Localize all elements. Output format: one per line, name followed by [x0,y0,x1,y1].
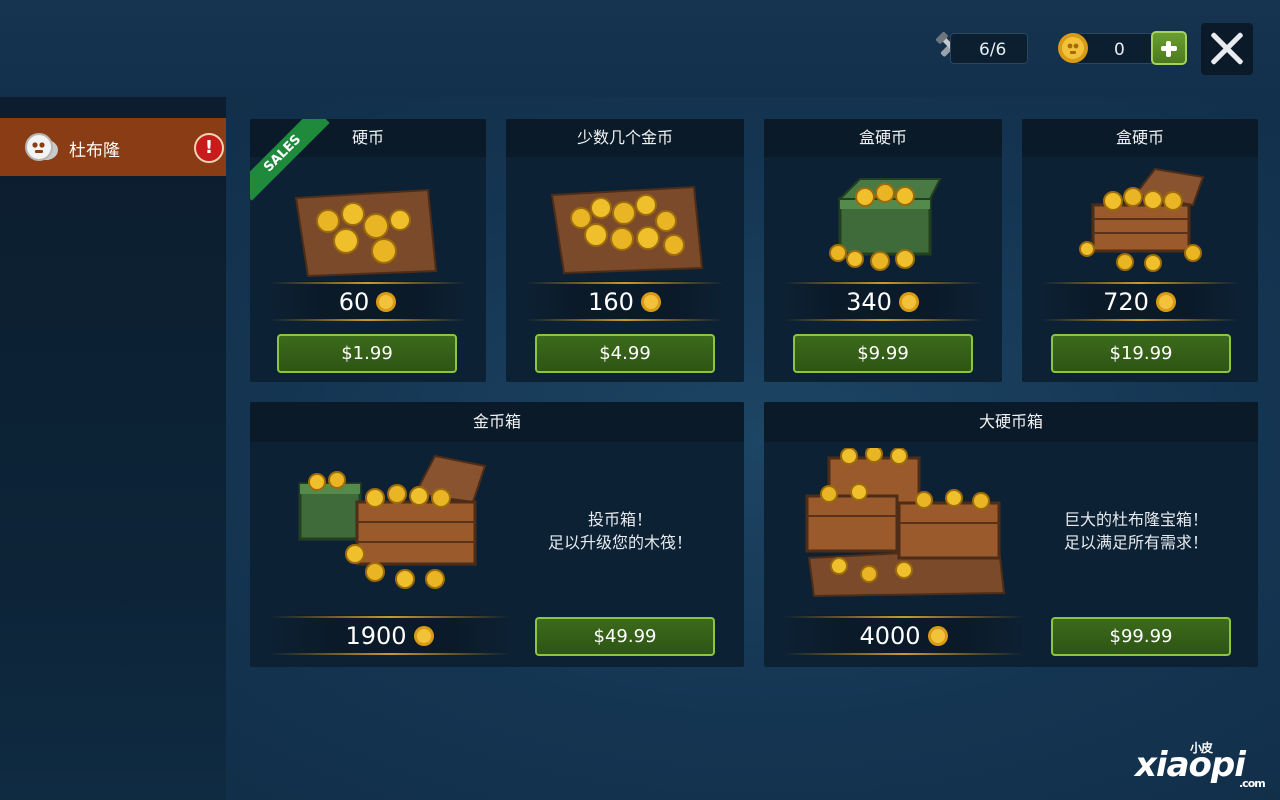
coin-amount: 60 [338,288,370,316]
top-bar: 6/6 0 [0,0,1280,97]
big-treasure-icon [805,448,1006,598]
watermark-small: 小皮 [1190,741,1213,755]
pack-title: 金币箱 [250,402,744,442]
pack-card-4: 盒硬币 720 $19.99 [1022,119,1258,382]
description-line-1: 巨大的杜布隆宝箱！ [1063,510,1208,529]
tools-value: 6/6 [979,40,1007,60]
amount-strip: 160 [526,281,724,321]
watermark-logo: xiaopi 小皮 .com [1135,741,1275,795]
coin-amount: 160 [588,288,634,316]
amount-strip: 1900 [270,615,510,655]
coin-amount: 720 [1103,288,1149,316]
pack-title: 大硬币箱 [764,402,1258,442]
wooden-crate-icon [1079,167,1205,272]
description-line-2: 足以升级您的木筏！ [547,533,692,552]
pack-card-6: 大硬币箱 巨大的杜布隆宝箱！ 足以满足所有需求！ 4000 $99.99 [764,402,1258,667]
close-button[interactable] [1201,23,1253,75]
pack-card-3: 盒硬币 340 $9.99 [764,119,1002,382]
pack-card-2: 少数几个金币 160 $4.99 [506,119,744,382]
watermark-suffix: .com [1239,777,1266,790]
pack-card-1: 硬币 SALES 60 $1.99 [250,119,486,382]
coin-icon [413,626,434,646]
coin-icon [1155,292,1176,312]
tools-counter: 6/6 [950,33,1028,64]
sidebar: 杜布隆 ! [0,97,226,800]
pack-title: 少数几个金币 [506,119,744,157]
pack-title: 盒硬币 [1022,119,1258,157]
alert-badge: ! [194,133,224,163]
coin-heap-icon [550,185,704,275]
sidebar-item-doubloons[interactable]: 杜布隆 ! [0,118,226,176]
coin-pile-icon [294,188,438,278]
coin-icon [1058,33,1088,63]
buy-button[interactable]: $1.99 [277,334,457,373]
coin-icon [376,292,397,312]
coin-amount: 1900 [345,622,407,650]
coins-value: 0 [1114,40,1125,60]
amount-strip: 340 [784,281,982,321]
buy-button[interactable]: $9.99 [793,334,973,373]
doubloon-stack-icon [25,133,58,161]
description-line-1: 投币箱！ [587,510,652,529]
coin-amount: 340 [846,288,892,316]
amount-strip: 4000 [784,615,1024,655]
buy-button[interactable]: $49.99 [535,617,715,656]
buy-button[interactable]: $99.99 [1051,617,1231,656]
amount-strip: 60 [270,281,466,321]
coin-amount: 4000 [859,622,921,650]
pack-description: 巨大的杜布隆宝箱！ 足以满足所有需求！ [1034,508,1238,554]
coin-icon [640,292,661,312]
add-coins-button[interactable] [1151,31,1187,65]
pack-card-5: 金币箱 投币箱！ 足以升级您的木筏！ 1900 $49.99 [250,402,744,667]
coin-icon [898,292,919,312]
description-line-2: 足以满足所有需求！ [1063,533,1208,552]
amount-strip: 720 [1042,281,1238,321]
coin-icon [927,626,948,646]
sidebar-item-label: 杜布隆 [69,141,120,161]
green-box-icon [829,178,942,271]
buy-button[interactable]: $4.99 [535,334,715,373]
buy-button[interactable]: $19.99 [1051,334,1231,373]
pack-description: 投币箱！ 足以升级您的木筏！ [525,508,715,554]
coin-chests-icon [298,454,487,589]
pack-title: 盒硬币 [764,119,1002,157]
